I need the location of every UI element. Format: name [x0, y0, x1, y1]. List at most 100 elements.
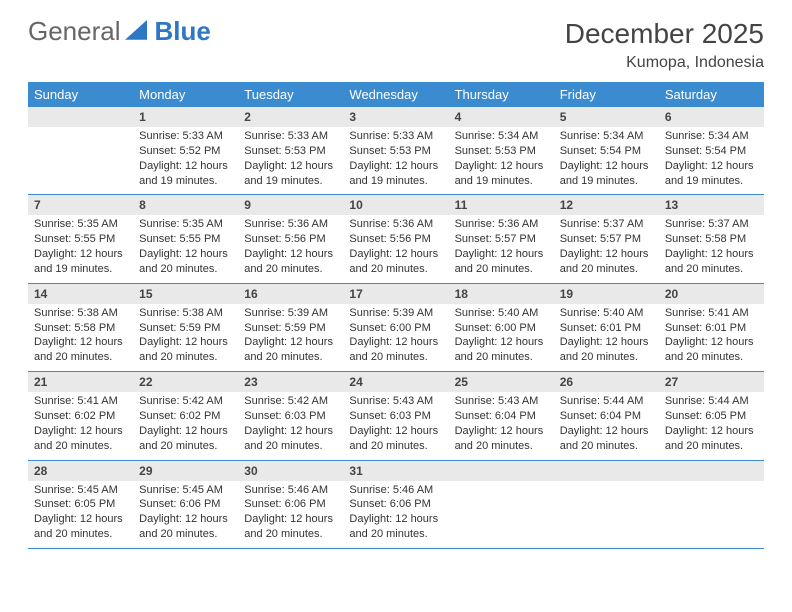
sunrise-line: Sunrise: 5:45 AM — [34, 483, 127, 498]
sunset-line: Sunset: 6:03 PM — [349, 409, 442, 424]
day-body — [659, 481, 764, 489]
daylight-line: Daylight: 12 hours — [560, 424, 653, 439]
day-number: 6 — [659, 107, 764, 127]
calendar-cell: 27Sunrise: 5:44 AMSunset: 6:05 PMDayligh… — [659, 372, 764, 460]
page-title: December 2025 — [565, 18, 764, 50]
day-number: 2 — [238, 107, 343, 127]
day-number: 8 — [133, 195, 238, 215]
day-body: Sunrise: 5:33 AMSunset: 5:52 PMDaylight:… — [133, 127, 238, 194]
sunrise-line: Sunrise: 5:41 AM — [34, 394, 127, 409]
daylight-line: and 20 minutes. — [560, 262, 653, 277]
daylight-line: and 20 minutes. — [244, 262, 337, 277]
daylight-line: and 19 minutes. — [455, 174, 548, 189]
day-number — [554, 461, 659, 481]
calendar-cell: 21Sunrise: 5:41 AMSunset: 6:02 PMDayligh… — [28, 372, 133, 460]
daylight-line: and 20 minutes. — [139, 527, 232, 542]
day-body: Sunrise: 5:33 AMSunset: 5:53 PMDaylight:… — [238, 127, 343, 194]
sunrise-line: Sunrise: 5:35 AM — [139, 217, 232, 232]
day-body: Sunrise: 5:43 AMSunset: 6:03 PMDaylight:… — [343, 392, 448, 459]
day-number: 4 — [449, 107, 554, 127]
day-number: 28 — [28, 461, 133, 481]
sunrise-line: Sunrise: 5:43 AM — [455, 394, 548, 409]
sunset-line: Sunset: 5:53 PM — [244, 144, 337, 159]
day-body: Sunrise: 5:34 AMSunset: 5:53 PMDaylight:… — [449, 127, 554, 194]
day-number: 5 — [554, 107, 659, 127]
calendar-cell — [449, 460, 554, 548]
calendar-cell — [28, 107, 133, 195]
day-number: 26 — [554, 372, 659, 392]
daylight-line: Daylight: 12 hours — [665, 247, 758, 262]
sunset-line: Sunset: 5:55 PM — [139, 232, 232, 247]
sunset-line: Sunset: 6:00 PM — [349, 321, 442, 336]
sunset-line: Sunset: 5:53 PM — [349, 144, 442, 159]
day-number: 21 — [28, 372, 133, 392]
calendar-cell: 28Sunrise: 5:45 AMSunset: 6:05 PMDayligh… — [28, 460, 133, 548]
calendar-cell: 3Sunrise: 5:33 AMSunset: 5:53 PMDaylight… — [343, 107, 448, 195]
daylight-line: Daylight: 12 hours — [665, 424, 758, 439]
calendar-cell: 31Sunrise: 5:46 AMSunset: 6:06 PMDayligh… — [343, 460, 448, 548]
daylight-line: Daylight: 12 hours — [455, 247, 548, 262]
weekday-header: Sunday — [28, 82, 133, 107]
calendar-cell: 19Sunrise: 5:40 AMSunset: 6:01 PMDayligh… — [554, 283, 659, 371]
daylight-line: and 19 minutes. — [560, 174, 653, 189]
day-number: 7 — [28, 195, 133, 215]
sunrise-line: Sunrise: 5:34 AM — [560, 129, 653, 144]
day-number: 18 — [449, 284, 554, 304]
day-body: Sunrise: 5:44 AMSunset: 6:05 PMDaylight:… — [659, 392, 764, 459]
daylight-line: and 20 minutes. — [244, 439, 337, 454]
daylight-line: Daylight: 12 hours — [139, 424, 232, 439]
day-body: Sunrise: 5:34 AMSunset: 5:54 PMDaylight:… — [554, 127, 659, 194]
day-body: Sunrise: 5:45 AMSunset: 6:06 PMDaylight:… — [133, 481, 238, 548]
sunrise-line: Sunrise: 5:40 AM — [560, 306, 653, 321]
daylight-line: and 19 minutes. — [244, 174, 337, 189]
daylight-line: and 20 minutes. — [244, 527, 337, 542]
daylight-line: and 20 minutes. — [34, 350, 127, 365]
day-body: Sunrise: 5:36 AMSunset: 5:56 PMDaylight:… — [343, 215, 448, 282]
sunrise-line: Sunrise: 5:42 AM — [244, 394, 337, 409]
day-number: 15 — [133, 284, 238, 304]
sunset-line: Sunset: 6:00 PM — [455, 321, 548, 336]
calendar-cell: 12Sunrise: 5:37 AMSunset: 5:57 PMDayligh… — [554, 195, 659, 283]
calendar-cell: 24Sunrise: 5:43 AMSunset: 6:03 PMDayligh… — [343, 372, 448, 460]
day-number: 23 — [238, 372, 343, 392]
daylight-line: and 20 minutes. — [665, 262, 758, 277]
sunset-line: Sunset: 6:03 PM — [244, 409, 337, 424]
sunset-line: Sunset: 6:05 PM — [665, 409, 758, 424]
sunrise-line: Sunrise: 5:44 AM — [560, 394, 653, 409]
day-body: Sunrise: 5:37 AMSunset: 5:58 PMDaylight:… — [659, 215, 764, 282]
daylight-line: and 20 minutes. — [349, 350, 442, 365]
day-number: 10 — [343, 195, 448, 215]
calendar-cell: 13Sunrise: 5:37 AMSunset: 5:58 PMDayligh… — [659, 195, 764, 283]
sunrise-line: Sunrise: 5:34 AM — [665, 129, 758, 144]
daylight-line: Daylight: 12 hours — [139, 159, 232, 174]
daylight-line: Daylight: 12 hours — [560, 159, 653, 174]
daylight-line: Daylight: 12 hours — [349, 159, 442, 174]
daylight-line: Daylight: 12 hours — [455, 159, 548, 174]
calendar-cell: 20Sunrise: 5:41 AMSunset: 6:01 PMDayligh… — [659, 283, 764, 371]
sunrise-line: Sunrise: 5:46 AM — [349, 483, 442, 498]
calendar-cell: 5Sunrise: 5:34 AMSunset: 5:54 PMDaylight… — [554, 107, 659, 195]
day-number — [28, 107, 133, 127]
sunset-line: Sunset: 5:56 PM — [349, 232, 442, 247]
day-number: 25 — [449, 372, 554, 392]
day-body: Sunrise: 5:33 AMSunset: 5:53 PMDaylight:… — [343, 127, 448, 194]
day-number: 9 — [238, 195, 343, 215]
sunset-line: Sunset: 5:53 PM — [455, 144, 548, 159]
sunrise-line: Sunrise: 5:38 AM — [34, 306, 127, 321]
calendar-cell: 10Sunrise: 5:36 AMSunset: 5:56 PMDayligh… — [343, 195, 448, 283]
daylight-line: Daylight: 12 hours — [139, 335, 232, 350]
daylight-line: and 20 minutes. — [560, 439, 653, 454]
day-body: Sunrise: 5:39 AMSunset: 5:59 PMDaylight:… — [238, 304, 343, 371]
calendar-cell: 25Sunrise: 5:43 AMSunset: 6:04 PMDayligh… — [449, 372, 554, 460]
calendar-cell: 15Sunrise: 5:38 AMSunset: 5:59 PMDayligh… — [133, 283, 238, 371]
sunset-line: Sunset: 6:02 PM — [139, 409, 232, 424]
calendar-cell: 30Sunrise: 5:46 AMSunset: 6:06 PMDayligh… — [238, 460, 343, 548]
daylight-line: Daylight: 12 hours — [34, 335, 127, 350]
daylight-line: and 20 minutes. — [665, 439, 758, 454]
daylight-line: Daylight: 12 hours — [244, 512, 337, 527]
sunrise-line: Sunrise: 5:35 AM — [34, 217, 127, 232]
daylight-line: Daylight: 12 hours — [665, 335, 758, 350]
day-number: 17 — [343, 284, 448, 304]
day-number: 1 — [133, 107, 238, 127]
sunset-line: Sunset: 5:55 PM — [34, 232, 127, 247]
